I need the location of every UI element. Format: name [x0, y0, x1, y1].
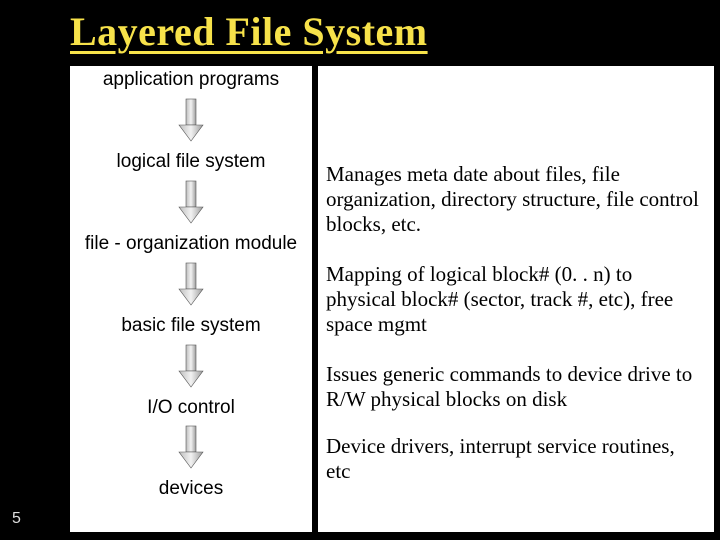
- layer-application-programs: application programs: [103, 70, 279, 91]
- note-file-org: Mapping of logical block# (0. . n) to ph…: [326, 262, 704, 336]
- slide: Layered File System application programs…: [0, 0, 720, 540]
- note-io-control: Device drivers, interrupt service routin…: [326, 434, 704, 484]
- page-number: 5: [12, 510, 21, 528]
- layer-devices: devices: [159, 479, 223, 500]
- notes-column: Manages meta date about files, file orga…: [318, 66, 714, 532]
- layer-logical-file-system: logical file system: [117, 152, 266, 173]
- arrow-icon: [176, 179, 206, 230]
- arrow-icon: [176, 97, 206, 148]
- layer-diagram: application programs logical file system: [70, 66, 312, 532]
- layer-basic-file-system: basic file system: [121, 316, 260, 337]
- slide-title: Layered File System: [70, 8, 428, 55]
- arrow-icon: [176, 343, 206, 394]
- note-logical-fs: Manages meta date about files, file orga…: [326, 162, 704, 236]
- layer-io-control: I/O control: [147, 398, 235, 419]
- arrow-icon: [176, 261, 206, 312]
- layer-file-organization-module: file - organization module: [85, 234, 297, 255]
- arrow-icon: [176, 424, 206, 475]
- note-basic-fs: Issues generic commands to device drive …: [326, 362, 704, 412]
